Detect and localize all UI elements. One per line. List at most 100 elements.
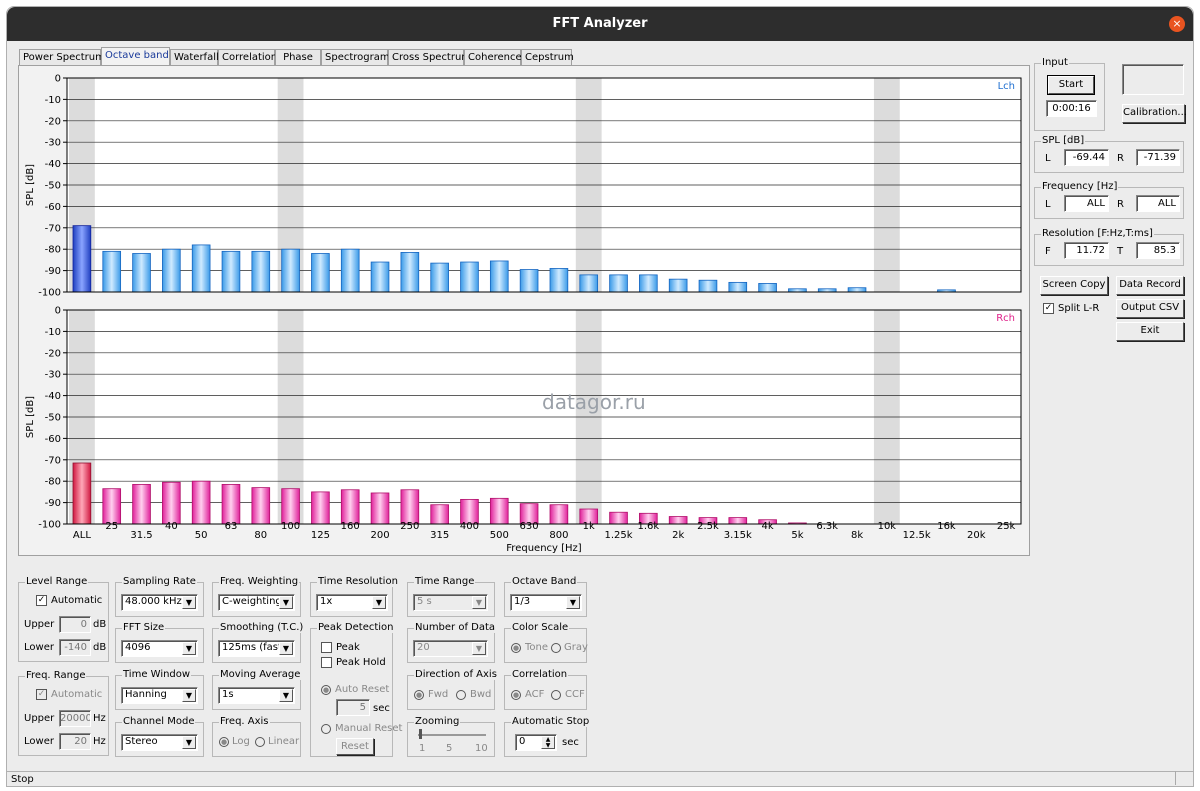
color-gray-label: Gray — [564, 642, 588, 653]
data-record-button[interactable]: Data Record — [1116, 276, 1184, 295]
lch-bar — [221, 250, 241, 293]
title-bar: FFT Analyzer × — [7, 7, 1193, 41]
lch-y-tick-label: -70 — [45, 223, 61, 234]
rch-bar — [370, 492, 390, 525]
level-range-group: Level Range ✓ Automatic Upper 0 dB Lower… — [18, 576, 109, 662]
octave-band-title: Octave Band — [511, 576, 578, 587]
peak-hold-checkbox[interactable] — [321, 657, 332, 668]
moving-average-select[interactable]: 1s ▼ — [218, 687, 295, 704]
spl-r-value: -71.39 — [1136, 149, 1180, 166]
screen-copy-button[interactable]: Screen Copy — [1040, 276, 1108, 295]
channel-mode-select[interactable]: Stereo ▼ — [121, 734, 198, 751]
resolution-group-title: Resolution [F:Hz,T:ms] — [1041, 228, 1154, 239]
correlation-acf-radio[interactable]: ● — [511, 690, 521, 700]
tab-phase[interactable]: Phase — [275, 49, 321, 65]
reset-button[interactable]: Reset — [336, 738, 374, 755]
freq-axis-linear-radio[interactable] — [255, 737, 265, 747]
color-tone-radio[interactable]: ● — [511, 643, 521, 653]
direction-title: Direction of Axis — [414, 669, 498, 680]
fft-size-group: FFT Size 4096 ▼ — [115, 622, 204, 663]
start-button[interactable]: Start — [1047, 75, 1095, 95]
octave-band-select[interactable]: 1/3 ▼ — [510, 594, 582, 611]
tab-waterfall[interactable]: Waterfall — [170, 49, 219, 65]
x-tick-label: 63 — [225, 521, 238, 532]
spinner-arrows-icon[interactable]: ▲ ▼ — [541, 736, 555, 749]
freq-lower-input[interactable]: 20 — [59, 733, 91, 750]
number-of-data-value: 20 — [417, 642, 430, 653]
sampling-rate-select[interactable]: 48.000 kHz ▼ — [121, 594, 198, 611]
split-lr-checkbox[interactable]: ✓ — [1043, 303, 1054, 314]
zoom-tick-5: 5 — [446, 743, 453, 754]
lch-bar — [579, 274, 599, 293]
rch-bar — [102, 488, 122, 525]
direction-bwd-radio[interactable] — [456, 690, 466, 700]
x-tick-label: 80 — [254, 530, 267, 541]
x-tick-label: 16k — [937, 521, 956, 532]
rch-bar — [489, 497, 509, 525]
freq-weighting-select[interactable]: C-weighting ▼ — [218, 594, 295, 611]
lch-series-label: Lch — [998, 81, 1015, 92]
resize-grip[interactable] — [1175, 771, 1191, 785]
correlation-ccf-radio[interactable] — [551, 690, 561, 700]
time-range-group: Time Range 5 s ▼ — [407, 576, 495, 617]
level-automatic-checkbox[interactable]: ✓ — [36, 595, 47, 606]
fft-size-select[interactable]: 4096 ▼ — [121, 640, 198, 657]
freq-upper-label: Upper — [24, 713, 55, 724]
smoothing-select[interactable]: 125ms (fast) ▼ — [218, 640, 295, 657]
x-tick-label: 160 — [341, 521, 360, 532]
number-of-data-select[interactable]: 20 ▼ — [413, 640, 488, 657]
freq-automatic-checkbox[interactable]: ✓ — [36, 689, 47, 700]
peak-checkbox[interactable] — [321, 642, 332, 653]
automatic-stop-spinner[interactable]: 0 ▲ ▼ — [515, 734, 557, 751]
chevron-down-icon: ▼ — [182, 642, 196, 655]
auto-reset-radio[interactable]: ● — [321, 685, 331, 695]
sampling-rate-title: Sampling Rate — [122, 576, 197, 587]
time-resolution-select[interactable]: 1x ▼ — [316, 594, 388, 611]
calibration-button[interactable]: Calibration... — [1122, 104, 1187, 123]
spl-l-label: L — [1045, 153, 1051, 164]
time-range-value: 5 s — [417, 596, 432, 607]
freq-axis-log-radio[interactable]: ● — [219, 737, 229, 747]
spl-r-label: R — [1117, 153, 1124, 164]
auto-reset-seconds[interactable]: 5 — [336, 699, 370, 716]
elapsed-time: 0:00:16 — [1046, 100, 1097, 117]
correlation-ccf-label: CCF — [565, 689, 585, 700]
tab-spectrogram[interactable]: Spectrogram — [321, 49, 390, 65]
automatic-stop-title: Automatic Stop — [511, 716, 591, 727]
lch-bar — [370, 261, 390, 293]
tab-coherence[interactable]: Coherence — [464, 49, 522, 65]
zoom-slider-thumb[interactable] — [419, 729, 422, 739]
lch-bar — [519, 269, 539, 293]
number-of-data-group: Number of Data 20 ▼ — [407, 622, 497, 663]
correlation-group: Correlation ● ACF CCF — [504, 669, 587, 710]
time-range-select[interactable]: 5 s ▼ — [413, 594, 488, 611]
output-csv-button[interactable]: Output CSV — [1116, 299, 1184, 318]
tab-octave-band[interactable]: Octave band — [101, 47, 170, 65]
time-window-select[interactable]: Hanning ▼ — [121, 687, 198, 704]
level-lower-input[interactable]: -140 — [59, 639, 91, 656]
tab-cepstrum[interactable]: Cepstrum — [521, 49, 574, 65]
color-scale-title: Color Scale — [511, 622, 570, 633]
res-t-label: T — [1117, 246, 1124, 257]
fft-size-value: 4096 — [125, 642, 151, 653]
zoom-slider-track[interactable] — [418, 734, 486, 736]
manual-reset-radio[interactable] — [321, 724, 331, 734]
x-tick-label: 1.6k — [637, 521, 659, 532]
chevron-down-icon: ▼ — [279, 642, 293, 655]
chevron-down-icon: ▼ — [372, 596, 386, 609]
res-t-value: 85.3 — [1136, 242, 1180, 259]
res-f-value: 11.72 — [1064, 242, 1109, 259]
freq-weighting-value: C-weighting — [222, 596, 282, 607]
freq-upper-input[interactable]: 20000 — [59, 710, 91, 727]
lch-bar — [162, 248, 181, 293]
x-tick-label: 250 — [400, 521, 419, 532]
rch-bar — [311, 491, 330, 525]
tab-cross-spectrum[interactable]: Cross Spectrum — [388, 49, 471, 65]
tab-power-spectrum[interactable]: Power Spectrum — [19, 49, 105, 65]
close-icon[interactable]: × — [1169, 16, 1185, 32]
direction-fwd-radio[interactable]: ● — [414, 690, 424, 700]
tab-correlation[interactable]: Correlation — [218, 49, 277, 65]
level-upper-input[interactable]: 0 — [59, 616, 91, 633]
exit-button[interactable]: Exit — [1116, 322, 1184, 341]
color-gray-radio[interactable] — [551, 643, 561, 653]
